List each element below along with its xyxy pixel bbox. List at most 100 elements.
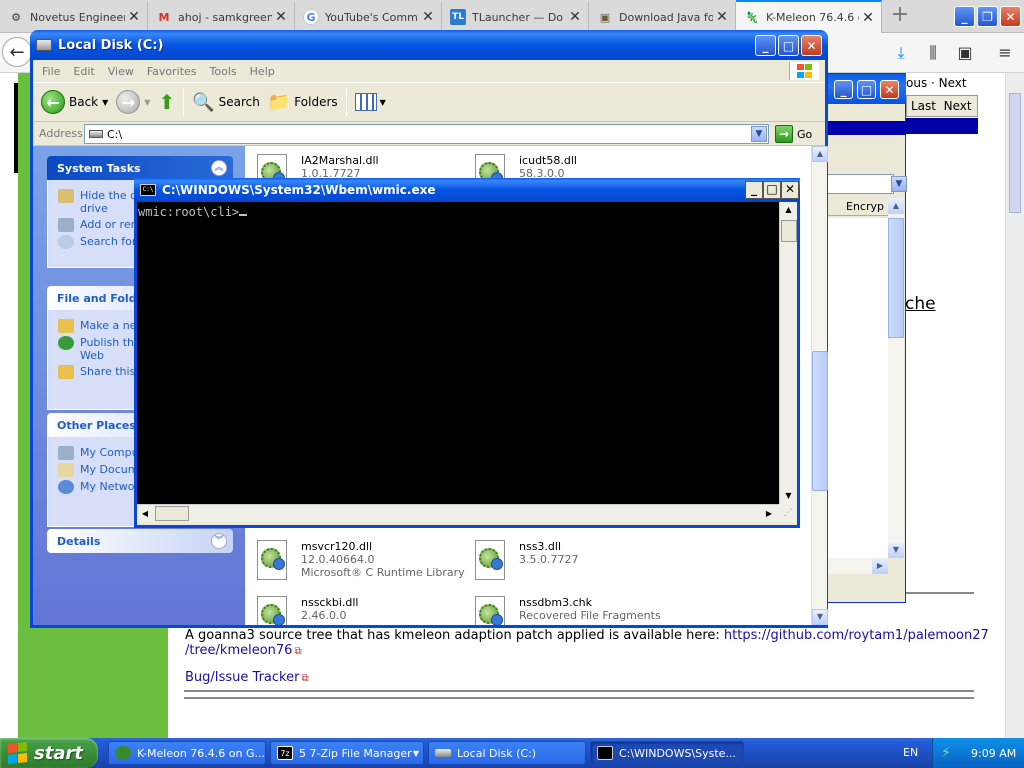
chevron-down-icon[interactable]: ▼ bbox=[102, 98, 108, 107]
scroll-right-icon[interactable]: ▶ bbox=[761, 505, 777, 522]
menu-tools[interactable]: Tools bbox=[210, 65, 237, 78]
tab-tlauncher[interactable]: TL TLauncher — Do ✕ bbox=[442, 2, 589, 32]
scroll-down-icon[interactable]: ▼ bbox=[780, 488, 797, 504]
search-button[interactable]: 🔍 Search bbox=[192, 92, 260, 113]
language-indicator[interactable]: EN bbox=[903, 746, 918, 759]
page-scrollbar[interactable] bbox=[1005, 73, 1024, 740]
next-button[interactable]: Next bbox=[939, 76, 967, 90]
chevron-down-icon[interactable]: ▼ bbox=[144, 98, 150, 107]
minimize-button[interactable]: _ bbox=[745, 181, 763, 199]
console-titlebar[interactable]: C:\ C:\WINDOWS\System32\Wbem\wmic.exe _ … bbox=[134, 178, 800, 202]
minimize-button[interactable]: _ bbox=[954, 6, 975, 27]
chevron-down-icon[interactable]: ▼ bbox=[380, 98, 386, 107]
close-icon[interactable]: ✕ bbox=[419, 9, 437, 25]
details-header[interactable]: Details ︾ bbox=[47, 529, 233, 553]
menu-file[interactable]: File bbox=[42, 65, 60, 78]
source-link[interactable]: https://github.com/roytam1/palemoon27 bbox=[724, 628, 989, 643]
forward-button[interactable]: → ▼ bbox=[116, 90, 150, 114]
list-hscroll[interactable]: ▶ bbox=[824, 558, 888, 574]
source-link-cont[interactable]: /tree/kmeleon76 bbox=[185, 643, 292, 658]
search-icon: 🔍 bbox=[192, 91, 215, 113]
page-link-fragment[interactable]: che bbox=[905, 294, 936, 314]
tracker-link[interactable]: Bug/Issue Tracker bbox=[185, 670, 299, 685]
scroll-thumb[interactable] bbox=[781, 220, 797, 242]
tab-kmeleon[interactable]: 🦎 K-Meleon 76.4.6 o ✕ bbox=[736, 0, 882, 33]
taskbar-item-console[interactable]: C:\WINDOWS\Syste... bbox=[590, 741, 744, 765]
views-button[interactable]: ▼ bbox=[354, 93, 386, 111]
clock[interactable]: 9:09 AM bbox=[971, 747, 1016, 760]
minimize-button[interactable]: _ bbox=[834, 80, 853, 99]
maximize-button[interactable]: □ bbox=[778, 35, 799, 56]
address-input[interactable]: C:\ ▼ bbox=[84, 124, 769, 144]
up-button[interactable]: ⬆ bbox=[158, 90, 175, 114]
close-icon[interactable]: ✕ bbox=[272, 9, 290, 25]
start-button[interactable]: start bbox=[0, 738, 98, 768]
close-button[interactable]: ✕ bbox=[1000, 6, 1021, 27]
chevron-up-icon[interactable]: ︽ bbox=[211, 160, 227, 176]
maximize-button[interactable]: □ bbox=[763, 181, 781, 199]
chevron-down-icon[interactable]: ▼ bbox=[891, 176, 907, 192]
menu-view[interactable]: View bbox=[108, 65, 134, 78]
back-button[interactable]: ← Back ▼ bbox=[41, 90, 108, 114]
close-button[interactable]: ✕ bbox=[880, 80, 899, 99]
console-hscroll[interactable]: ◀ ▶ bbox=[137, 504, 779, 522]
menu-favorites[interactable]: Favorites bbox=[147, 65, 197, 78]
close-button[interactable]: ✕ bbox=[781, 181, 799, 199]
file-item[interactable]: nssckbi.dll 2.46.0.0 bbox=[255, 596, 358, 625]
close-icon[interactable]: ✕ bbox=[566, 9, 584, 25]
close-icon[interactable]: ✕ bbox=[713, 9, 731, 25]
taskbar-item-7zip[interactable]: 7z 5 7-Zip File Manager ▼ bbox=[270, 741, 424, 765]
system-tasks-header[interactable]: System Tasks ︽ bbox=[47, 156, 233, 180]
console-output[interactable]: wmic:root\cli> bbox=[137, 202, 779, 504]
file-item[interactable]: nss3.dll 3.5.0.7727 bbox=[473, 540, 578, 582]
taskbar-item-kmeleon[interactable]: K-Meleon 76.4.6 on G... bbox=[108, 741, 266, 765]
chevron-down-icon[interactable]: ▼ bbox=[413, 749, 419, 758]
scroll-up-icon[interactable]: ▲ bbox=[780, 202, 797, 218]
file-list-scrollbar[interactable]: ▲ ▼ bbox=[811, 146, 828, 625]
library-icon[interactable]: ⫼ bbox=[922, 43, 944, 63]
chevron-down-icon[interactable]: ▼ bbox=[751, 126, 767, 142]
new-tab-button[interactable]: + bbox=[888, 4, 912, 28]
scroll-up-icon[interactable]: ▲ bbox=[812, 146, 828, 162]
scroll-thumb[interactable] bbox=[812, 351, 828, 491]
download-icon[interactable]: ⤓ bbox=[890, 43, 912, 63]
menu-edit[interactable]: Edit bbox=[73, 65, 94, 78]
list-scrollbar[interactable]: ▲ ▼ bbox=[888, 198, 904, 558]
network-icon[interactable]: ⚡ bbox=[941, 745, 957, 761]
next-button-2[interactable]: Next bbox=[944, 99, 972, 113]
menu-icon[interactable]: ≡ bbox=[994, 43, 1016, 63]
restore-button[interactable]: ❐ bbox=[977, 6, 998, 27]
file-item[interactable]: msvcr120.dll 12.0.40664.0 Microsoft® C Run… bbox=[255, 540, 465, 582]
drive-icon bbox=[36, 39, 52, 51]
dropdown-field[interactable]: ▼ bbox=[824, 174, 907, 194]
sidebar-icon[interactable]: ▣ bbox=[954, 43, 976, 63]
tab-gmail[interactable]: M ahoj - samkgreen ✕ bbox=[148, 2, 295, 32]
close-icon[interactable]: ✕ bbox=[859, 10, 877, 26]
close-button[interactable]: ✕ bbox=[801, 35, 822, 56]
browser-tab-bar: ⚙ Novetus Engineer ✕ M ahoj - samkgreen … bbox=[0, 0, 1024, 33]
maximize-button[interactable]: □ bbox=[857, 80, 876, 99]
scroll-thumb[interactable] bbox=[155, 506, 189, 521]
last-button[interactable]: Last bbox=[911, 99, 936, 113]
close-icon[interactable]: ✕ bbox=[125, 9, 143, 25]
folders-button[interactable]: 📁 Folders bbox=[268, 92, 338, 113]
scroll-left-icon[interactable]: ◀ bbox=[137, 505, 153, 522]
go-button[interactable]: → Go bbox=[775, 125, 812, 143]
prev-button[interactable]: ous bbox=[906, 76, 927, 90]
file-name: nss3.dll bbox=[519, 540, 562, 553]
tab-novetus[interactable]: ⚙ Novetus Engineer ✕ bbox=[0, 2, 148, 32]
tab-youtube[interactable]: G YouTube's Comm ✕ bbox=[295, 2, 442, 32]
menu-help[interactable]: Help bbox=[250, 65, 275, 78]
chevron-down-icon[interactable]: ︾ bbox=[211, 533, 227, 549]
back-arrow-icon[interactable]: ← bbox=[2, 37, 32, 67]
explorer-toolbar: ← Back ▼ → ▼ ⬆ 🔍 Search 📁 Folders ▼ bbox=[33, 82, 825, 122]
file-item[interactable]: nssdbm3.chk Recovered File Fragments bbox=[473, 596, 661, 625]
resize-grip-icon[interactable]: ⋰ bbox=[779, 504, 797, 522]
taskbar-item-explorer[interactable]: Local Disk (C:) bbox=[428, 741, 586, 765]
console-vscroll[interactable]: ▲ ▼ bbox=[779, 202, 797, 504]
tab-java[interactable]: ▣ Download Java fo ✕ bbox=[589, 2, 736, 32]
column-header[interactable]: Encryp bbox=[824, 198, 888, 216]
minimize-button[interactable]: _ bbox=[755, 35, 776, 56]
scroll-down-icon[interactable]: ▼ bbox=[812, 609, 828, 625]
explorer-titlebar[interactable]: Local Disk (C:) _ □ ✕ bbox=[30, 30, 828, 60]
